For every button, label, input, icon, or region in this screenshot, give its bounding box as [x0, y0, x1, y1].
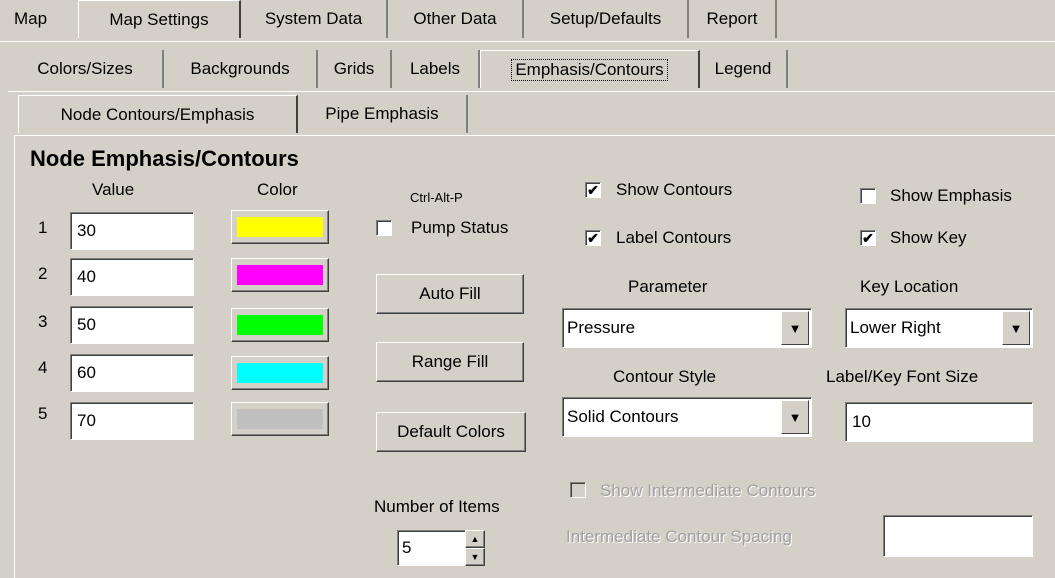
default-colors-button[interactable]: Default Colors	[376, 412, 526, 452]
sub-tab-row: Colors/Sizes Backgrounds Grids Labels Em…	[8, 50, 808, 88]
contour-style-value: Solid Contours	[567, 407, 679, 426]
tab-grids[interactable]: Grids	[318, 50, 392, 88]
pump-status-label: Pump Status	[411, 218, 509, 237]
intermediate-spacing-label: Intermediate Contour Spacing	[566, 527, 792, 546]
chevron-down-icon[interactable]: ▼	[781, 311, 809, 345]
contour-style-select[interactable]: Solid Contours ▼	[562, 397, 812, 437]
tab-map-settings[interactable]: Map Settings	[78, 0, 241, 38]
pump-shortcut-hint: Ctrl-Alt-P	[410, 190, 463, 205]
spin-down-icon[interactable]: ▼	[465, 548, 485, 566]
key-location-select[interactable]: Lower Right ▼	[845, 308, 1033, 348]
tab-emphasis-contours[interactable]: Emphasis/Contours	[480, 50, 700, 88]
contour-style-label: Contour Style	[613, 367, 716, 386]
show-intermediate-checkbox[interactable]	[570, 482, 586, 498]
value-field-1[interactable]: 30	[70, 212, 194, 250]
value-field-4[interactable]: 60	[70, 354, 194, 392]
color-swatch	[237, 265, 323, 285]
color-button-4[interactable]	[231, 356, 329, 390]
tab-legend[interactable]: Legend	[700, 50, 788, 88]
number-of-items-label: Number of Items	[374, 497, 500, 516]
row-index: 2	[38, 264, 48, 283]
color-button-1[interactable]	[231, 210, 329, 244]
color-button-5[interactable]	[231, 402, 329, 436]
show-intermediate-label: Show Intermediate Contours	[600, 481, 816, 500]
range-fill-button[interactable]: Range Fill	[376, 342, 524, 382]
color-button-2[interactable]	[231, 258, 329, 292]
value-field-3[interactable]: 50	[70, 306, 194, 344]
tab-map[interactable]: Map	[0, 0, 78, 38]
parameter-label: Parameter	[628, 277, 708, 296]
key-location-value: Lower Right	[850, 318, 941, 337]
spin-up-icon[interactable]: ▲	[465, 530, 485, 548]
row-index: 1	[38, 218, 48, 237]
color-swatch	[237, 315, 323, 335]
tab-setup-defaults[interactable]: Setup/Defaults	[524, 0, 689, 38]
auto-fill-button[interactable]: Auto Fill	[376, 274, 524, 314]
number-of-items-spinner[interactable]: ▲ ▼	[465, 530, 485, 566]
color-button-3[interactable]	[231, 308, 329, 342]
inner-tab-row: Node Contours/Emphasis Pipe Emphasis	[18, 95, 478, 133]
section-title: Node Emphasis/Contours	[30, 146, 299, 171]
tab-other-data[interactable]: Other Data	[388, 0, 524, 38]
panel-top-border	[14, 135, 1055, 136]
font-size-label: Label/Key Font Size	[826, 367, 979, 386]
show-emphasis-label: Show Emphasis	[890, 186, 1012, 205]
value-field-5[interactable]: 70	[70, 402, 194, 440]
label-contours-label: Label Contours	[616, 228, 732, 247]
number-of-items-field[interactable]: 5	[397, 530, 467, 566]
show-key-checkbox[interactable]: ✔	[860, 230, 876, 246]
top-tab-row: Map Map Settings System Data Other Data …	[0, 0, 790, 38]
tab-backgrounds[interactable]: Backgrounds	[164, 50, 318, 88]
parameter-select[interactable]: Pressure ▼	[562, 308, 812, 348]
top-tab-divider	[0, 41, 1055, 42]
parameter-value: Pressure	[567, 318, 636, 337]
show-emphasis-checkbox[interactable]	[860, 188, 876, 204]
sub-tab-divider	[8, 91, 1055, 92]
panel-left-border	[14, 135, 15, 578]
label-contours-checkbox[interactable]: ✔	[585, 230, 601, 246]
chevron-down-icon[interactable]: ▼	[1002, 311, 1030, 345]
intermediate-spacing-field[interactable]	[883, 515, 1033, 557]
row-index: 3	[38, 312, 48, 331]
pump-status-checkbox[interactable]	[376, 220, 392, 236]
key-location-label: Key Location	[860, 277, 959, 296]
show-key-label: Show Key	[890, 228, 967, 247]
value-field-2[interactable]: 40	[70, 258, 194, 296]
chevron-down-icon[interactable]: ▼	[781, 400, 809, 434]
tab-system-data[interactable]: System Data	[241, 0, 388, 38]
color-swatch	[237, 363, 323, 383]
font-size-field[interactable]: 10	[845, 402, 1033, 442]
value-column-header: Value	[92, 180, 135, 199]
tab-pipe-emphasis[interactable]: Pipe Emphasis	[298, 95, 468, 133]
tab-report[interactable]: Report	[689, 0, 777, 38]
tab-node-contours-emphasis[interactable]: Node Contours/Emphasis	[18, 95, 298, 133]
tab-labels[interactable]: Labels	[392, 50, 480, 88]
color-swatch	[237, 217, 323, 237]
row-index: 4	[38, 358, 48, 377]
tab-colors-sizes[interactable]: Colors/Sizes	[8, 50, 164, 88]
color-column-header: Color	[257, 180, 298, 199]
row-index: 5	[38, 404, 48, 423]
show-contours-label: Show Contours	[616, 180, 733, 199]
show-contours-checkbox[interactable]: ✔	[585, 182, 601, 198]
color-swatch	[237, 409, 323, 429]
